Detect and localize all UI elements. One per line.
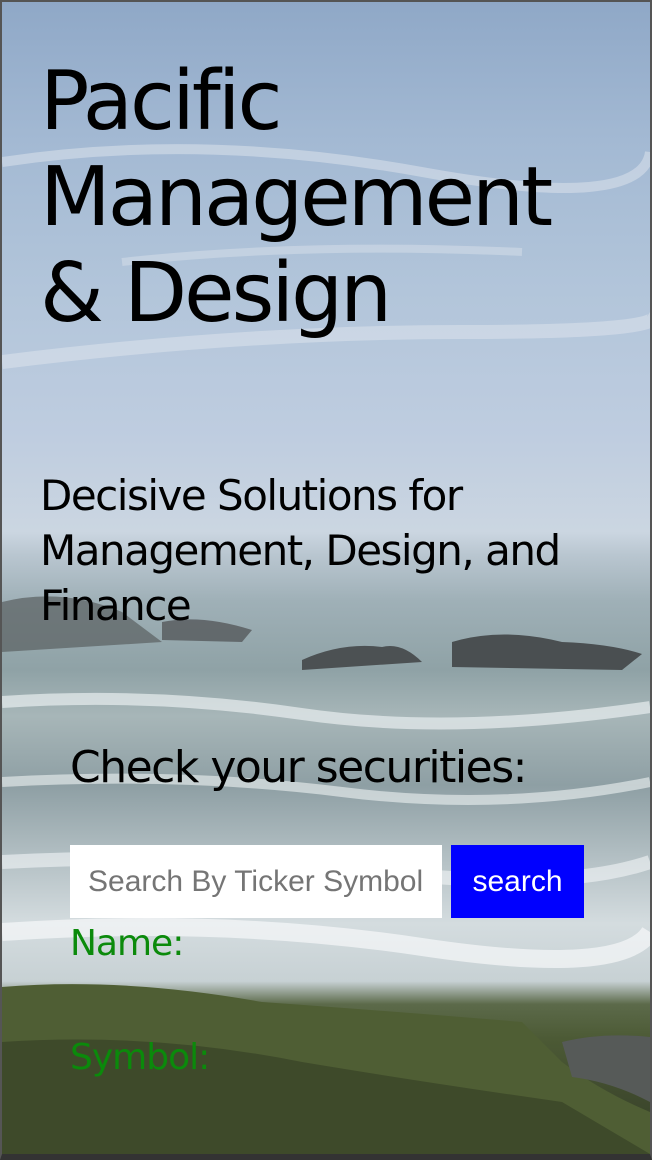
tagline: Decisive Solutions for Management, Desig… [40,471,561,630]
symbol-label: Symbol: [70,1037,210,1078]
ticker-search-input[interactable] [70,845,442,918]
securities-heading: Check your securities: [70,742,527,793]
search-button[interactable]: search [451,845,584,918]
name-label: Name: [70,923,184,964]
page-frame: Pacific Management & Design Decisive Sol… [0,0,652,1160]
page-title: Pacific Management & Design [40,54,553,341]
